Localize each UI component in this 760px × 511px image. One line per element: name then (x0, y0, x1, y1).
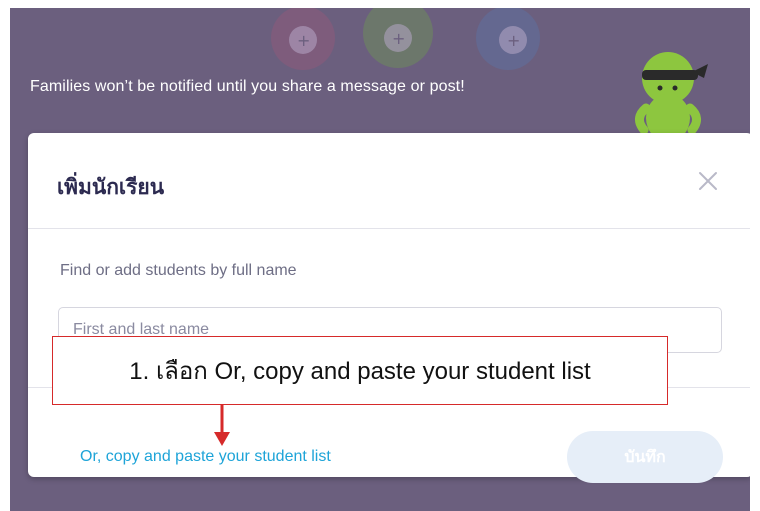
svg-text:+: + (507, 31, 520, 50)
instruction-callout: 1. เลือก Or, copy and paste your student… (52, 336, 668, 405)
save-button[interactable]: บันทึก (567, 431, 723, 483)
notification-notice: Families won’t be notified until you sha… (30, 78, 465, 95)
find-students-label: Find or add students by full name (60, 262, 297, 279)
monster-illustrations-icon: + + + (271, 8, 540, 70)
close-icon[interactable] (696, 169, 720, 193)
header-divider (28, 228, 750, 229)
backdrop: + + + Families won’t be notified until y… (10, 8, 750, 511)
green-monster-mascot-icon (635, 52, 708, 142)
dialog-title: เพิ่มนักเรียน (57, 176, 165, 199)
svg-text:+: + (392, 29, 405, 48)
copy-paste-student-list-link[interactable]: Or, copy and paste your student list (80, 448, 331, 466)
add-students-dialog: เพิ่มนักเรียน Find or add students by fu… (28, 133, 750, 483)
svg-text:+: + (297, 31, 310, 50)
arrow-down-icon (214, 404, 230, 446)
